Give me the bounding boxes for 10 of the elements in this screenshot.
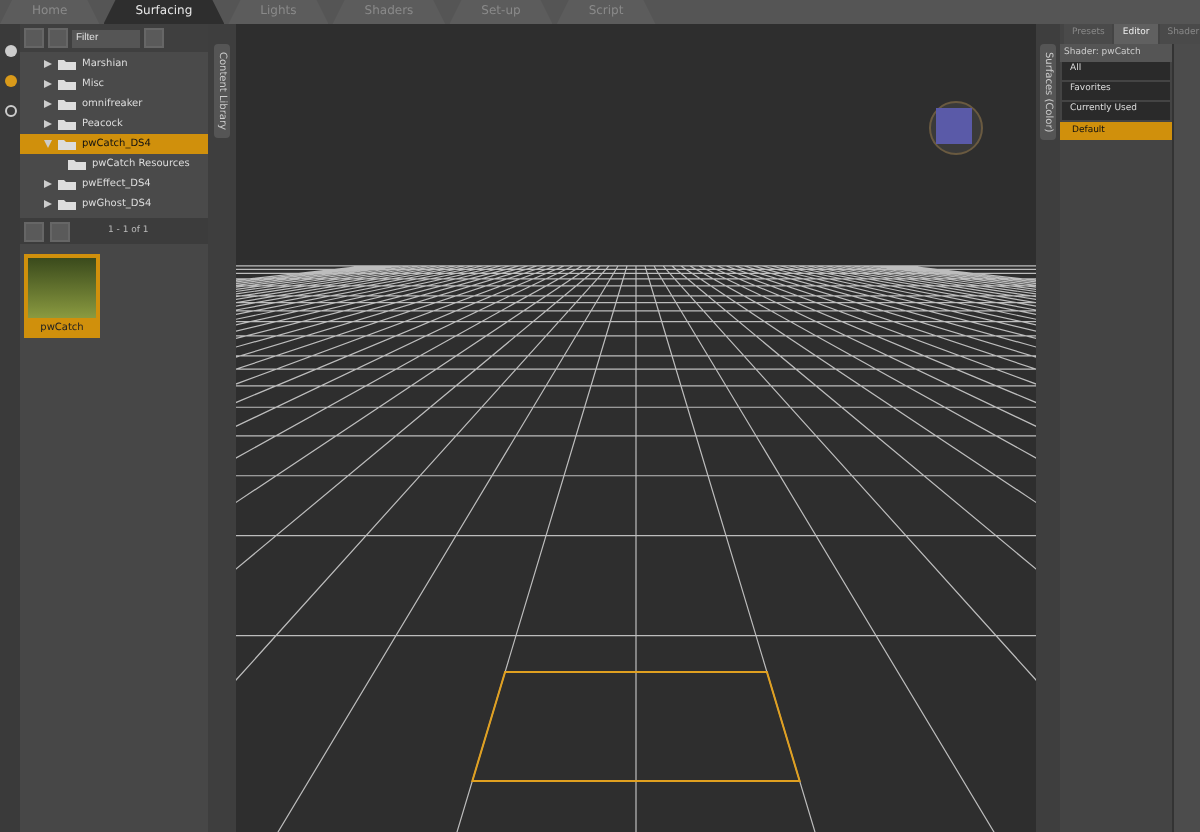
dot-icon[interactable] xyxy=(3,74,17,88)
collapsed-arrow-icon[interactable] xyxy=(44,180,52,188)
refresh-icon[interactable] xyxy=(3,104,17,118)
collapsed-arrow-icon[interactable] xyxy=(44,100,52,108)
collapsed-arrow-icon[interactable] xyxy=(44,120,52,128)
photo-placeholder xyxy=(28,258,96,318)
collapsed-arrow-icon[interactable] xyxy=(44,80,52,88)
collapsed-arrow-icon[interactable] xyxy=(44,60,52,68)
collapsed-arrow-icon[interactable] xyxy=(44,200,52,208)
viewport[interactable] xyxy=(236,24,1036,832)
